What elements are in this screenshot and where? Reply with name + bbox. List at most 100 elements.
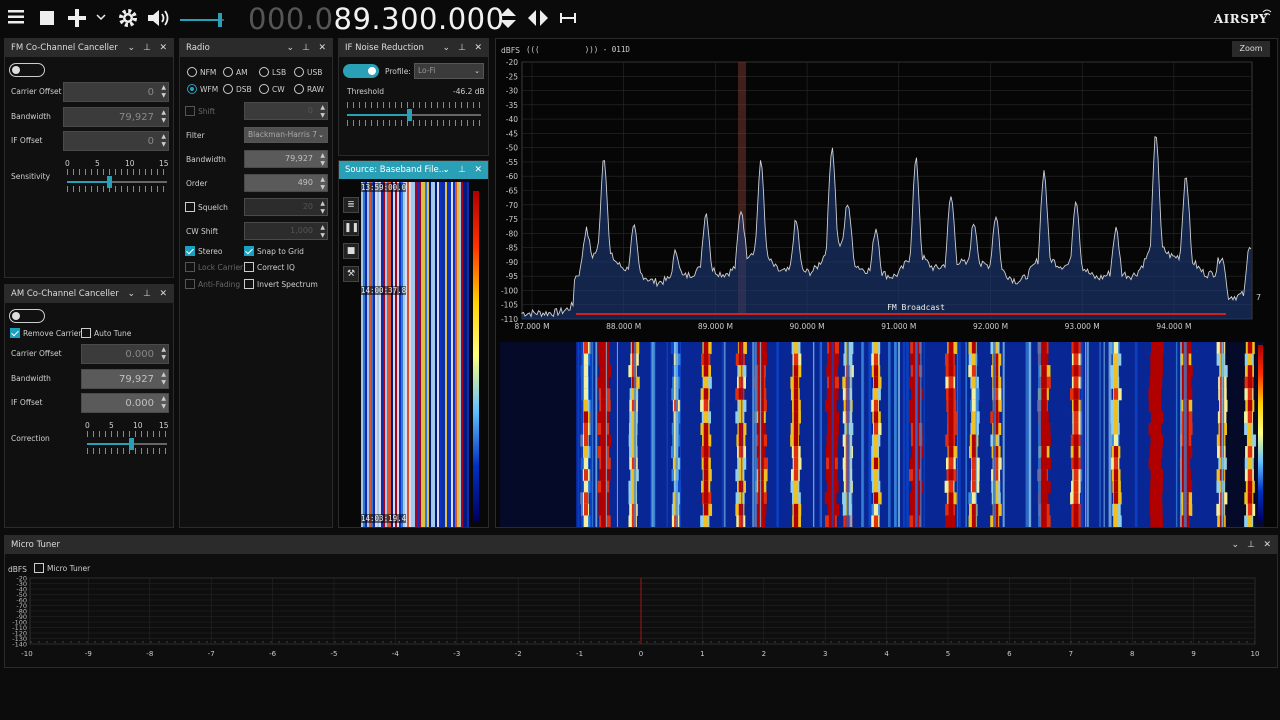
add-icon[interactable] <box>66 6 92 32</box>
stop-icon[interactable]: ■ <box>343 243 359 259</box>
mode-radio-cw[interactable] <box>259 84 269 94</box>
close-icon[interactable]: ✕ <box>474 161 482 179</box>
pause-icon[interactable]: ❚❚ <box>343 220 359 236</box>
collapse-icon[interactable]: ⌄ <box>442 161 450 179</box>
waterfall-trace <box>1152 422 1160 435</box>
order-field[interactable]: 490 ▲ ▼ <box>244 174 328 192</box>
stereo-checkbox[interactable] <box>185 246 195 256</box>
collapse-icon[interactable]: ⌄ <box>127 285 135 303</box>
close-icon[interactable]: ✕ <box>1263 536 1271 554</box>
close-icon[interactable]: ✕ <box>318 39 326 57</box>
remove-carrier-checkbox[interactable] <box>10 328 20 338</box>
chevron-down-icon: ⌄ <box>318 131 324 139</box>
micro-tuner-checkbox[interactable] <box>34 563 44 573</box>
if-offset-field[interactable]: 0 ▲ ▼ <box>63 131 169 151</box>
anti-fading-checkbox[interactable] <box>185 279 195 289</box>
pin-icon[interactable]: ⊥ <box>143 285 151 303</box>
carrier-offset-field[interactable]: 0 ▲ ▼ <box>63 82 169 102</box>
scale-label: 10 <box>125 159 135 168</box>
waterfall-trace <box>1247 457 1253 470</box>
spectrum-plot[interactable]: -20 -25 -30 -35 -40 -45 -50 -55 -60 -65 -70 -75 -80 -… <box>496 57 1277 527</box>
mode-radio-raw[interactable] <box>294 84 304 94</box>
waterfall-trace <box>738 376 744 389</box>
open-file-icon[interactable]: ≣ <box>343 197 359 213</box>
filter-select[interactable]: Blackman-Harris 7 ⌄ <box>244 127 328 143</box>
bandwidth-field[interactable]: 79,927 ▲ ▼ <box>63 107 169 127</box>
baseband-waterfall[interactable] <box>361 182 469 527</box>
waterfall-trace <box>1041 492 1047 505</box>
waterfall-column <box>369 182 371 527</box>
am-cochannel-enable-toggle[interactable] <box>9 309 45 323</box>
mode-radio-usb[interactable] <box>294 67 304 77</box>
tools-icon[interactable]: ⚒ <box>343 266 359 282</box>
if-nr-enable-toggle[interactable] <box>343 64 379 78</box>
waterfall-trace <box>1041 342 1047 355</box>
carrier-offset-field[interactable]: 0.000 ▲ ▼ <box>81 344 169 364</box>
cw-shift-field[interactable]: 1,000 ▲ ▼ <box>244 222 328 240</box>
micro-tuner-panel: Micro Tuner ⌄ ⊥ ✕ dBFS Micro Tuner -2 0 -3… <box>4 535 1278 668</box>
close-icon[interactable]: ✕ <box>159 285 167 303</box>
pin-icon[interactable]: ⊥ <box>143 39 151 57</box>
waterfall-trace <box>1152 353 1160 366</box>
squelch-field[interactable]: 20 ▲ ▼ <box>244 198 328 216</box>
if-offset-field[interactable]: 0.000 ▲ ▼ <box>81 393 169 413</box>
fm-cochannel-enable-toggle[interactable] <box>9 63 45 77</box>
collapse-icon[interactable]: ⌄ <box>442 39 450 57</box>
mode-radio-nfm[interactable] <box>187 67 197 77</box>
profile-select[interactable]: Lo-Fi ⌄ <box>414 63 484 79</box>
bandwidth-field[interactable]: 79,927 ▲ ▼ <box>81 369 169 389</box>
waterfall-column <box>411 182 413 527</box>
frequency-display[interactable]: 000.089.300.000 <box>248 2 505 36</box>
waterfall-column <box>409 182 411 527</box>
volume-slider-knob[interactable] <box>218 13 222 27</box>
anti-fading-label: Anti-Fading <box>198 280 241 289</box>
mode-radio-lsb[interactable] <box>259 67 269 77</box>
value: 79,927 <box>119 374 154 385</box>
mode-radio-dsb[interactable] <box>223 84 233 94</box>
pin-icon[interactable]: ⊥ <box>458 39 466 57</box>
waterfall-trace <box>793 365 799 378</box>
snap-to-grid-checkbox[interactable] <box>244 246 254 256</box>
pin-icon[interactable]: ⊥ <box>1247 536 1255 554</box>
y-tick-label: -25 <box>506 72 518 81</box>
collapse-icon[interactable]: ⌄ <box>127 39 135 57</box>
pin-icon[interactable]: ⊥ <box>458 161 466 179</box>
close-icon[interactable]: ✕ <box>159 39 167 57</box>
correct-iq-checkbox[interactable] <box>244 262 254 272</box>
shift-checkbox[interactable] <box>185 106 195 116</box>
waterfall-column <box>381 182 383 527</box>
mode-radio-am[interactable] <box>223 67 233 77</box>
sensitivity-ticks <box>67 186 167 192</box>
waterfall-noise-line <box>1087 342 1089 527</box>
waterfall-trace <box>793 376 799 389</box>
bandwidth-span-icon[interactable] <box>558 6 584 32</box>
waterfall-trace <box>1247 480 1253 493</box>
menu-icon[interactable] <box>6 6 32 32</box>
pin-icon[interactable]: ⊥ <box>302 39 310 57</box>
collapse-icon[interactable]: ⌄ <box>286 39 294 57</box>
speaker-icon[interactable] <box>146 6 172 32</box>
collapse-icon[interactable]: ⌄ <box>1231 536 1239 554</box>
tune-leftright-icon[interactable] <box>526 6 552 32</box>
invert-spectrum-checkbox[interactable] <box>244 279 254 289</box>
gear-icon[interactable] <box>116 6 142 32</box>
bandwidth-field[interactable]: 79,927 ▲ ▼ <box>244 150 328 168</box>
close-icon[interactable]: ✕ <box>474 39 482 57</box>
waterfall-trace <box>948 515 954 527</box>
micro-tuner-plot[interactable]: -20-30-40-50-60-70-80-90-100-110-120-130… <box>5 574 1277 664</box>
zoom-button[interactable]: Zoom <box>1232 41 1270 57</box>
mode-label: USB <box>307 68 323 77</box>
waterfall-trace <box>1247 503 1253 516</box>
squelch-checkbox[interactable] <box>185 202 195 212</box>
waterfall-trace <box>1152 399 1160 412</box>
tune-updown-icon[interactable] <box>498 6 524 32</box>
auto-tune-checkbox[interactable] <box>81 328 91 338</box>
waterfall-trace <box>703 365 709 378</box>
lock-carrier-checkbox[interactable] <box>185 262 195 272</box>
stop-icon[interactable] <box>38 6 64 32</box>
waterfall-trace <box>584 480 588 493</box>
shift-field[interactable]: 0 ▲ ▼ <box>244 102 328 120</box>
mode-radio-wfm[interactable] <box>187 84 197 94</box>
waterfall-color-scale <box>1258 345 1263 521</box>
waterfall-trace <box>584 515 588 527</box>
